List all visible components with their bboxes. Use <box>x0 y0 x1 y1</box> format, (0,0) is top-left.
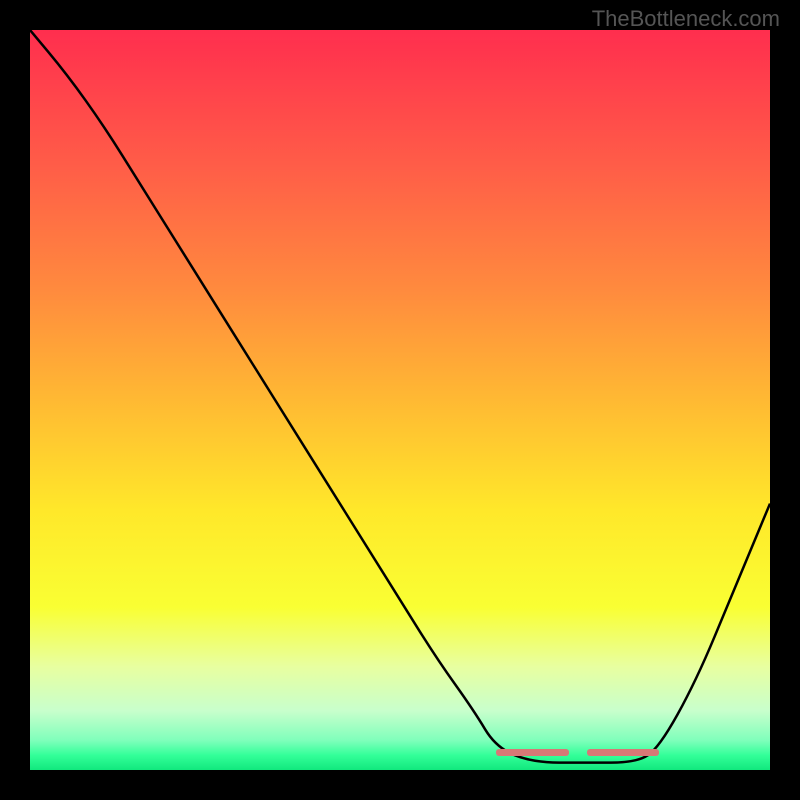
optimal-range-marker-right <box>587 749 659 756</box>
optimal-range-marker-left <box>496 749 568 756</box>
bottleneck-curve-line <box>30 30 770 770</box>
watermark-text: TheBottleneck.com <box>592 6 780 32</box>
chart-plot-area <box>30 30 770 770</box>
